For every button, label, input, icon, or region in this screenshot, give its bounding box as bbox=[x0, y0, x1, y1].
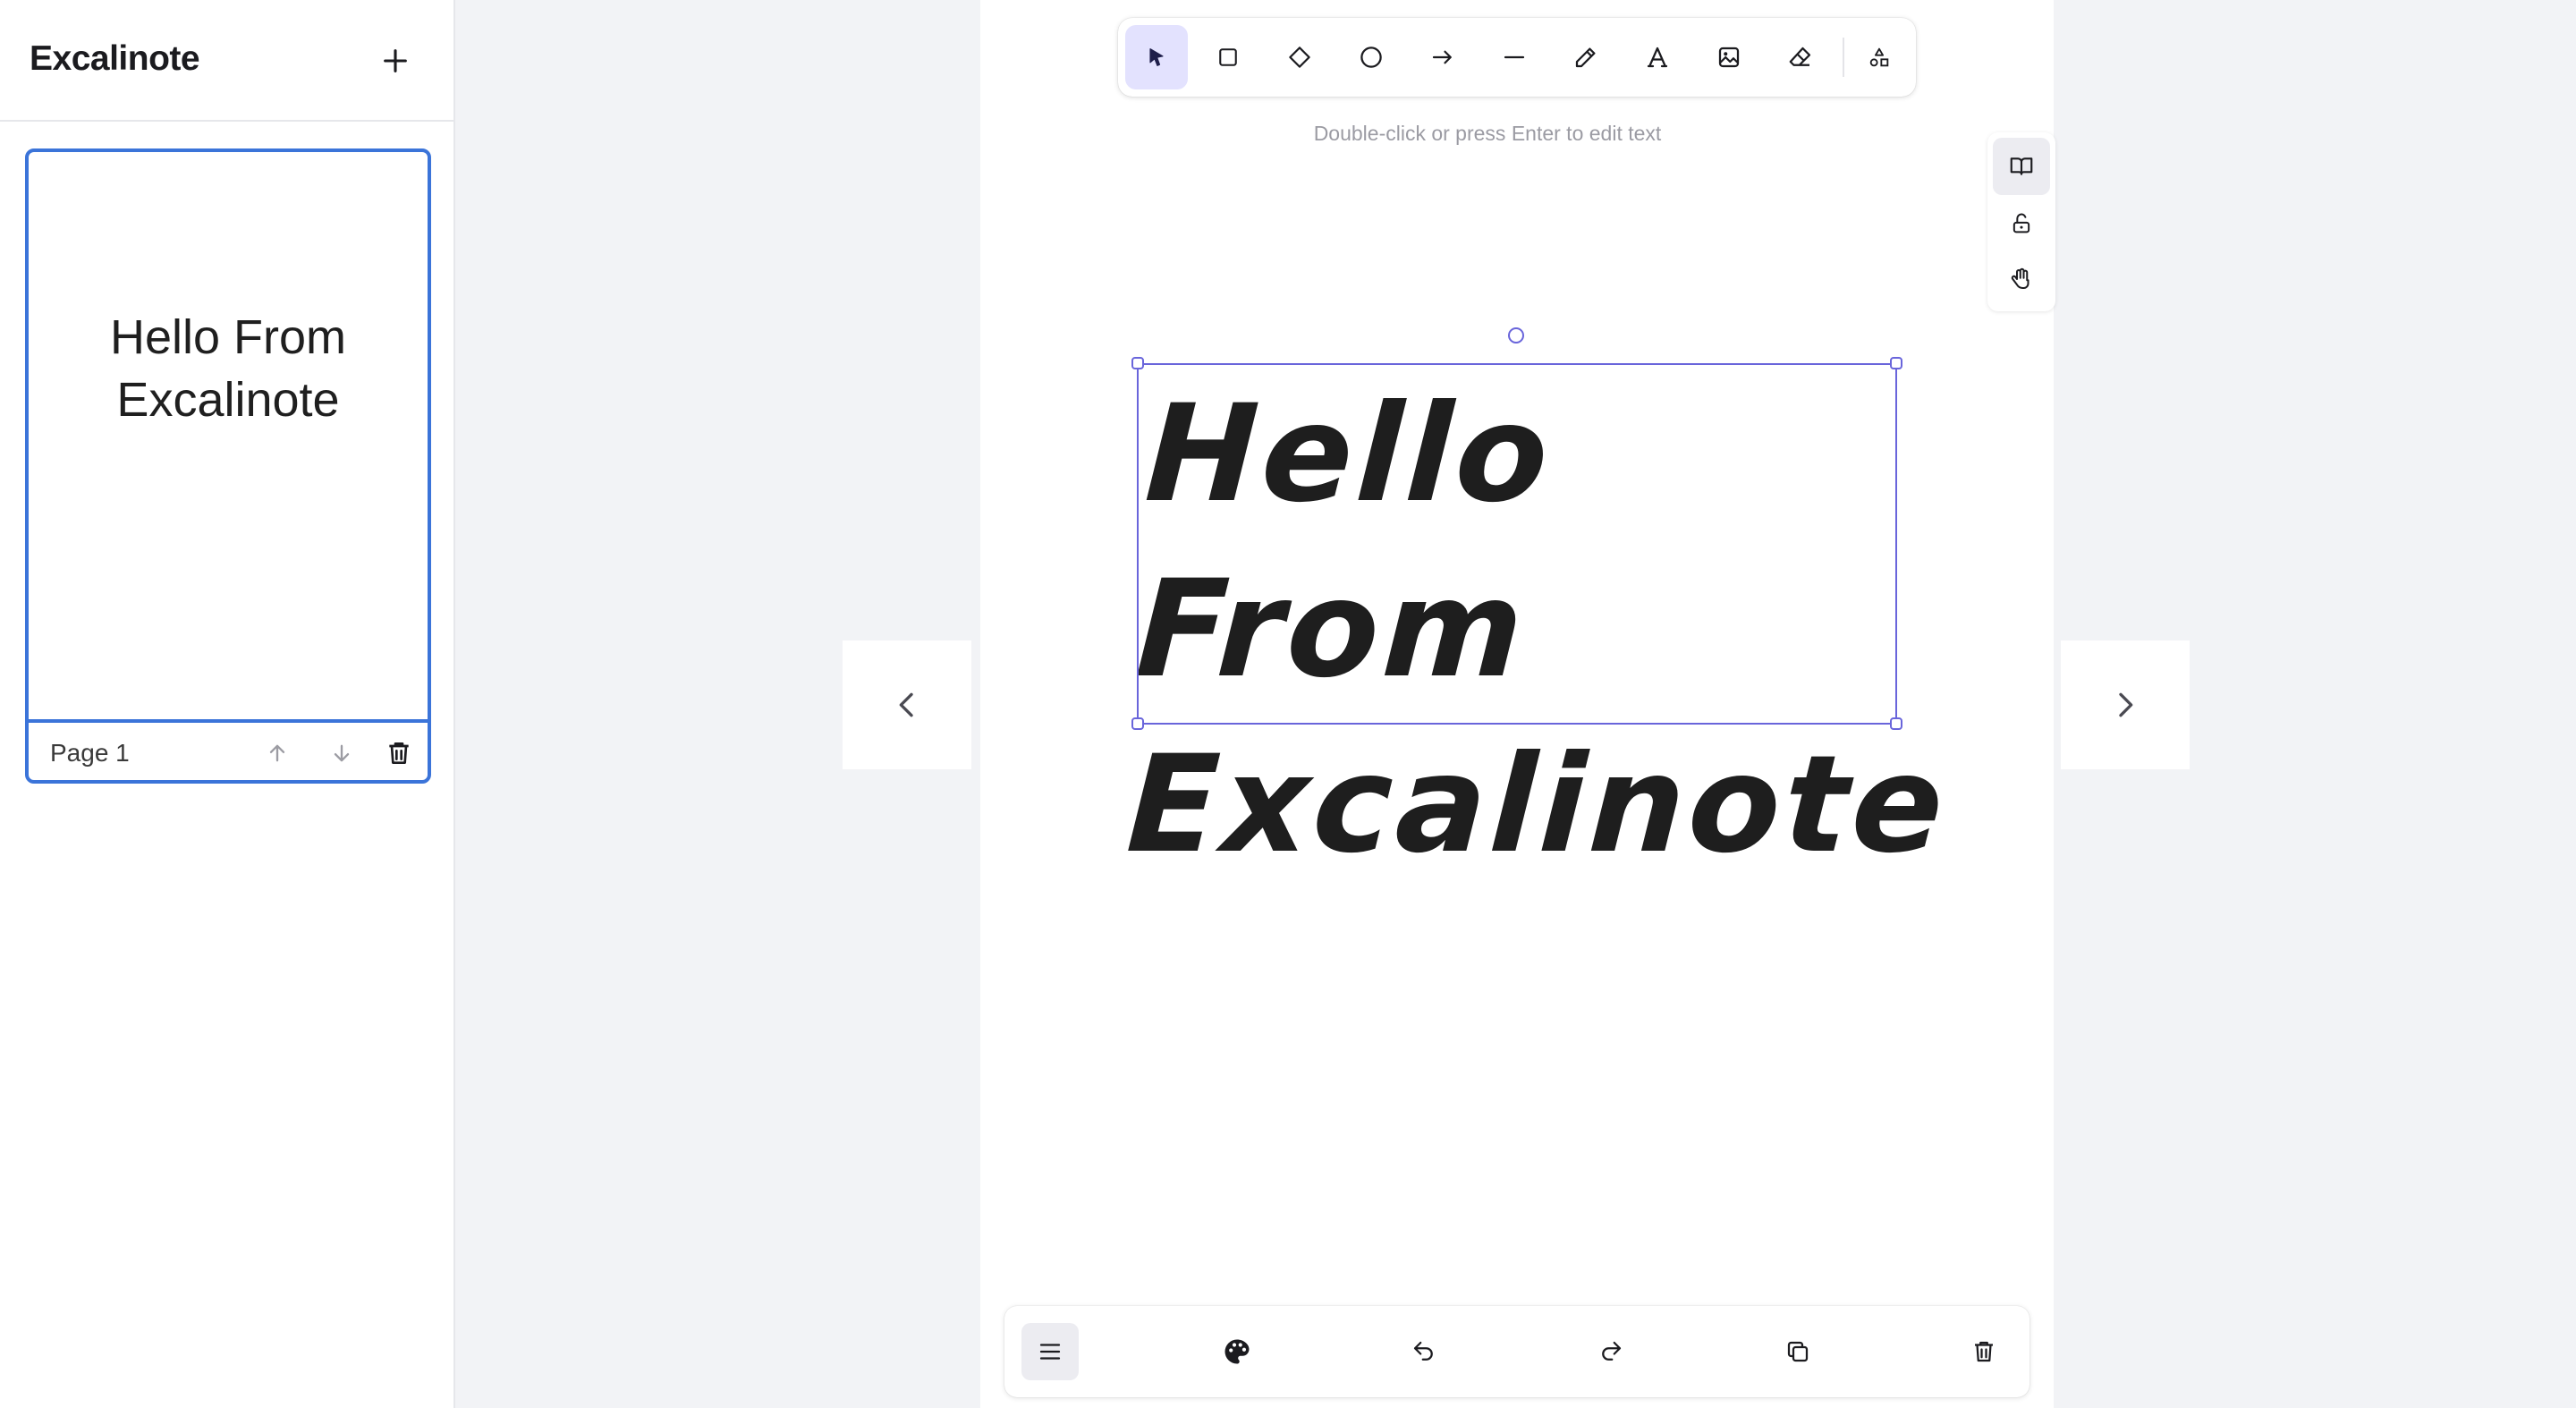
tool-pencil[interactable] bbox=[1555, 25, 1617, 89]
move-page-up-button[interactable] bbox=[259, 735, 295, 771]
arrow-up-icon bbox=[269, 744, 285, 762]
rotation-handle[interactable] bbox=[1508, 327, 1524, 344]
eraser-icon bbox=[1789, 47, 1811, 66]
tool-arrow[interactable] bbox=[1411, 25, 1474, 89]
arrow-down-icon bbox=[334, 744, 350, 762]
image-icon bbox=[1718, 47, 1740, 68]
delete-page-button[interactable] bbox=[381, 735, 417, 771]
canvas-hint: Double-click or press Enter to edit text bbox=[1313, 122, 1662, 145]
side-toolbar bbox=[1987, 132, 2055, 311]
unlock-icon bbox=[2012, 213, 2030, 233]
tool-rectangle[interactable] bbox=[1197, 25, 1259, 89]
trash-icon bbox=[389, 742, 409, 764]
text-icon bbox=[1647, 47, 1668, 68]
add-page-button[interactable] bbox=[374, 39, 417, 82]
redo-icon bbox=[1602, 1341, 1622, 1361]
resize-handle-bottom-left[interactable] bbox=[1131, 717, 1144, 730]
lock-button[interactable] bbox=[1993, 195, 2050, 252]
page-preview[interactable]: Hello From Excalinote bbox=[29, 152, 428, 721]
app-title: Excalinote bbox=[30, 39, 200, 78]
tool-image[interactable] bbox=[1698, 25, 1760, 89]
read-mode-button[interactable] bbox=[1993, 138, 2050, 195]
tool-selection[interactable] bbox=[1125, 25, 1188, 89]
arrow-icon bbox=[1432, 50, 1452, 64]
book-icon bbox=[2010, 157, 2033, 175]
page-thumbnail-card[interactable]: Hello From Excalinote Page 1 bbox=[25, 148, 431, 784]
bottom-toolbar bbox=[1004, 1306, 2029, 1397]
chevron-right-icon bbox=[2119, 692, 2133, 717]
duplicate-button[interactable] bbox=[1769, 1323, 1826, 1380]
rectangle-icon bbox=[1219, 48, 1237, 66]
trash-icon bbox=[1975, 1341, 1993, 1362]
ellipse-icon bbox=[1360, 47, 1382, 68]
next-page-button[interactable] bbox=[2061, 640, 2190, 769]
delete-element-button[interactable] bbox=[1955, 1323, 2012, 1380]
resize-handle-top-right[interactable] bbox=[1890, 357, 1902, 369]
page-preview-text: Hello From Excalinote bbox=[109, 310, 347, 427]
hand-icon bbox=[2011, 267, 2029, 289]
shape-toolbar bbox=[1118, 18, 1916, 97]
page-footer: Page 1 bbox=[29, 719, 428, 780]
move-page-down-button[interactable] bbox=[324, 735, 360, 771]
diamond-icon bbox=[1289, 47, 1310, 68]
redo-button[interactable] bbox=[1582, 1323, 1640, 1380]
resize-handle-top-left[interactable] bbox=[1131, 357, 1144, 369]
toolbar-separator bbox=[1843, 38, 1844, 77]
pencil-icon bbox=[1575, 47, 1596, 68]
tool-more-shapes[interactable] bbox=[1850, 25, 1909, 89]
line-icon bbox=[1504, 55, 1525, 59]
sidebar-header: Excalinote bbox=[0, 0, 453, 122]
duplicate-icon bbox=[1787, 1341, 1809, 1362]
more-shapes-icon bbox=[1869, 47, 1889, 67]
palette-icon bbox=[1224, 1339, 1250, 1364]
chevron-left-icon bbox=[899, 692, 913, 717]
menu-icon bbox=[1039, 1344, 1061, 1360]
sidebar: Excalinote Hello From Excalinote Page 1 bbox=[0, 0, 455, 1408]
selection-icon bbox=[1149, 48, 1164, 66]
resize-handle-bottom-right[interactable] bbox=[1890, 717, 1902, 730]
hand-tool-button[interactable] bbox=[1993, 250, 2050, 308]
selection-box[interactable] bbox=[1137, 363, 1897, 725]
tool-eraser[interactable] bbox=[1769, 25, 1832, 89]
tool-ellipse[interactable] bbox=[1340, 25, 1402, 89]
plus-icon bbox=[384, 49, 407, 72]
color-palette-button[interactable] bbox=[1208, 1323, 1266, 1380]
undo-icon bbox=[1413, 1341, 1433, 1361]
undo-button[interactable] bbox=[1395, 1323, 1453, 1380]
previous-page-button[interactable] bbox=[843, 640, 971, 769]
tool-text[interactable] bbox=[1626, 25, 1689, 89]
tool-line[interactable] bbox=[1483, 25, 1546, 89]
page-label: Page 1 bbox=[50, 739, 130, 767]
main-menu-button[interactable] bbox=[1021, 1323, 1079, 1380]
tool-diamond[interactable] bbox=[1268, 25, 1331, 89]
